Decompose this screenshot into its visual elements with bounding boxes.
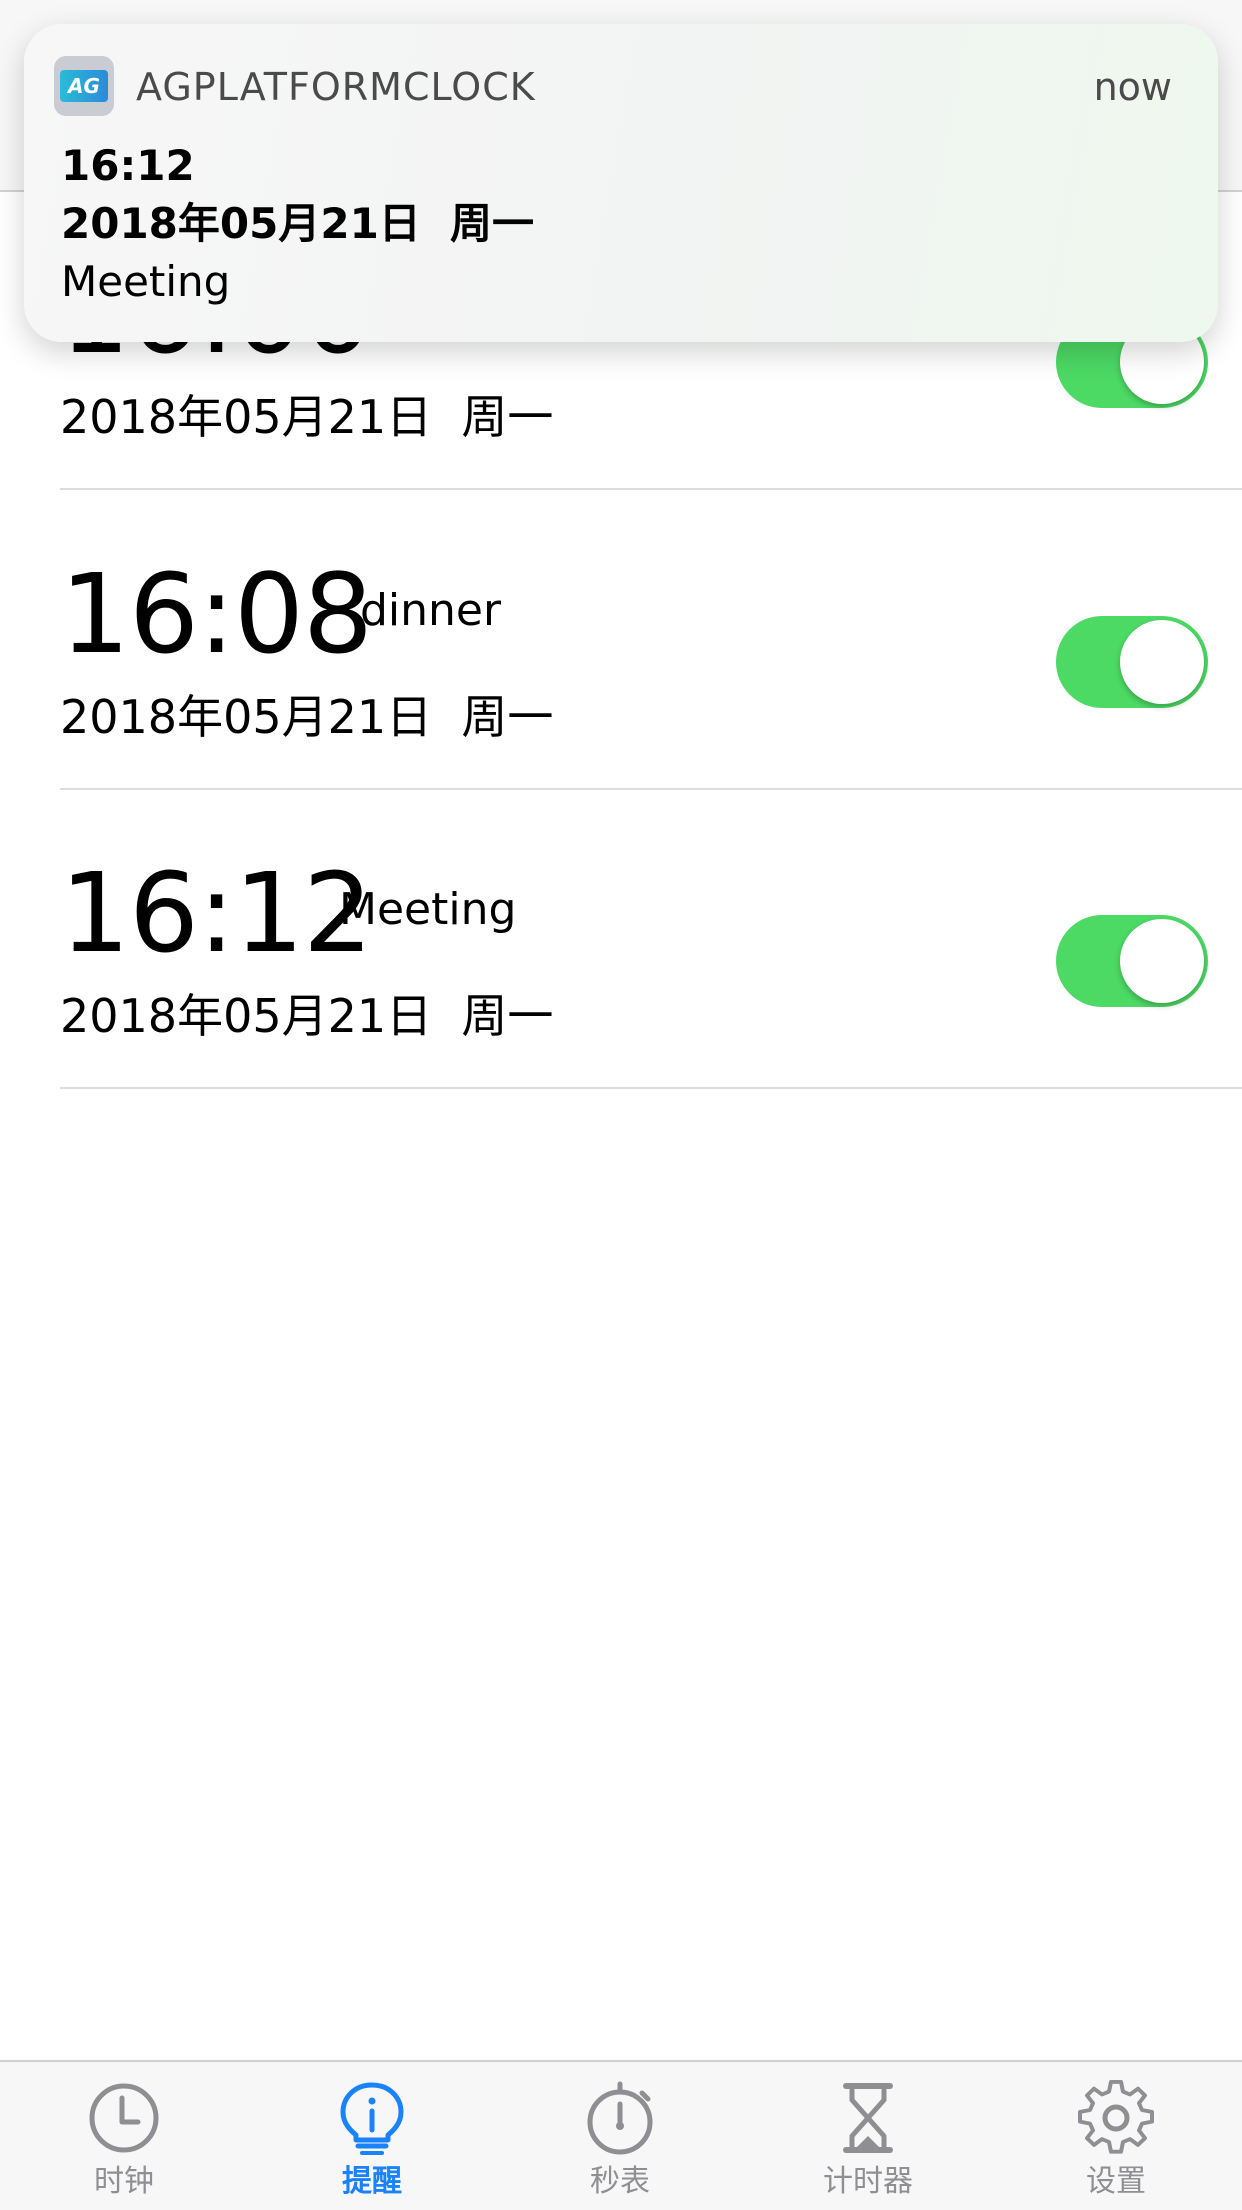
tab-stopwatch[interactable]: 秒表: [496, 2062, 744, 2210]
alarm-time: 16:12: [60, 849, 373, 977]
notification-body: Meeting: [61, 257, 231, 306]
tab-reminder[interactable]: 提醒: [248, 2062, 496, 2210]
tab-label: 提醒: [342, 2164, 402, 2199]
alarm-toggle[interactable]: [1056, 616, 1208, 708]
tab-label: 时钟: [94, 2164, 154, 2199]
clock-icon: [89, 2083, 159, 2153]
tab-label: 秒表: [590, 2164, 650, 2199]
row-divider: [60, 1087, 1242, 1089]
tab-settings[interactable]: 设置: [992, 2062, 1240, 2210]
tab-label: 计时器: [823, 2164, 913, 2199]
alarm-row[interactable]: 16:12 Meeting 2018年05月21日 周一: [0, 790, 1242, 1089]
tab-timer[interactable]: 计时器: [744, 2062, 992, 2210]
notification-subtitle: 2018年05月21日 周一: [61, 199, 535, 248]
alarm-date: 2018年05月21日 周一: [60, 690, 554, 744]
alarm-date: 2018年05月21日 周一: [60, 390, 554, 444]
toggle-knob: [1120, 620, 1204, 704]
alarm-date: 2018年05月21日 周一: [60, 989, 554, 1043]
tab-clock[interactable]: 时钟: [0, 2062, 248, 2210]
alarm-time: 16:08: [60, 550, 373, 678]
alarm-label: dinner: [360, 585, 502, 636]
alarm-toggle[interactable]: [1056, 915, 1208, 1007]
notification-title: 16:12: [61, 141, 195, 190]
stopwatch-icon: [587, 2081, 653, 2155]
gear-icon: [1078, 2080, 1154, 2154]
toggle-knob: [1120, 919, 1204, 1003]
tab-label: 设置: [1086, 2164, 1146, 2199]
app-icon: AG: [54, 56, 114, 116]
notification-app-name: AGPLATFORMCLOCK: [136, 65, 536, 109]
notification-banner[interactable]: AG AGPLATFORMCLOCK now 16:12 2018年05月21日…: [24, 24, 1218, 342]
notification-time: now: [1093, 65, 1172, 109]
lightbulb-icon: [340, 2082, 404, 2155]
row-divider: [60, 488, 1242, 490]
app-icon-logo: AG: [60, 70, 108, 102]
alarm-label: Meeting: [339, 884, 517, 935]
tab-bar: 时钟 提醒 秒表 计时器 设置: [0, 2060, 1242, 2210]
alarm-row[interactable]: 16:08 dinner 2018年05月21日 周一: [0, 491, 1242, 790]
hourglass-icon: [843, 2083, 893, 2153]
